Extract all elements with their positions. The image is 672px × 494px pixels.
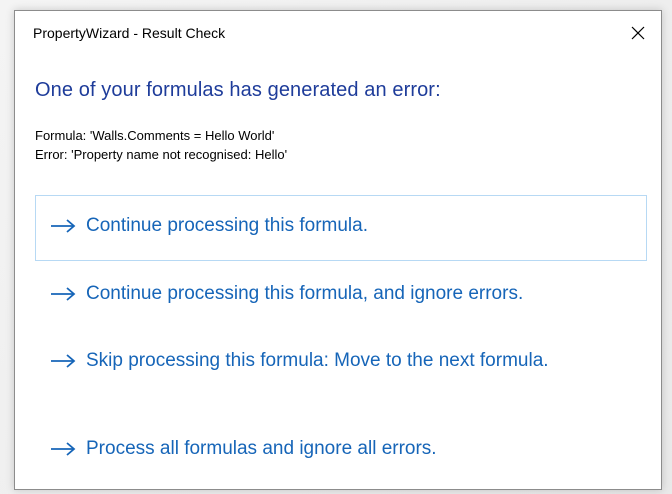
error-text: Error: 'Property name not recognised: He… <box>35 147 288 162</box>
arrow-right-icon <box>51 219 76 233</box>
command-link-label: Continue processing this formula, and ig… <box>86 283 524 304</box>
command-link-label: Continue processing this formula. <box>86 215 368 236</box>
arrow-right-icon <box>51 354 76 368</box>
close-button[interactable] <box>615 11 661 55</box>
command-link-label: Process all formulas and ignore all erro… <box>86 438 437 459</box>
continue-ignore-errors-link[interactable]: Continue processing this formula, and ig… <box>35 277 647 327</box>
task-dialog: PropertyWizard - Result Check One of you… <box>14 10 662 490</box>
process-all-ignore-errors-link[interactable]: Process all formulas and ignore all erro… <box>35 432 647 472</box>
skip-formula-link[interactable]: Skip processing this formula: Move to th… <box>35 344 647 410</box>
window-title: PropertyWizard - Result Check <box>33 25 226 41</box>
title-bar[interactable]: PropertyWizard - Result Check <box>15 11 661 55</box>
main-instruction: One of your formulas has generated an er… <box>35 79 441 101</box>
arrow-right-icon <box>51 442 76 456</box>
close-icon <box>631 26 645 40</box>
formula-text: Formula: 'Walls.Comments = Hello World' <box>35 128 275 143</box>
arrow-right-icon <box>51 287 76 301</box>
continue-processing-link[interactable]: Continue processing this formula. <box>35 195 647 261</box>
command-link-label: Skip processing this formula: Move to th… <box>86 350 549 371</box>
